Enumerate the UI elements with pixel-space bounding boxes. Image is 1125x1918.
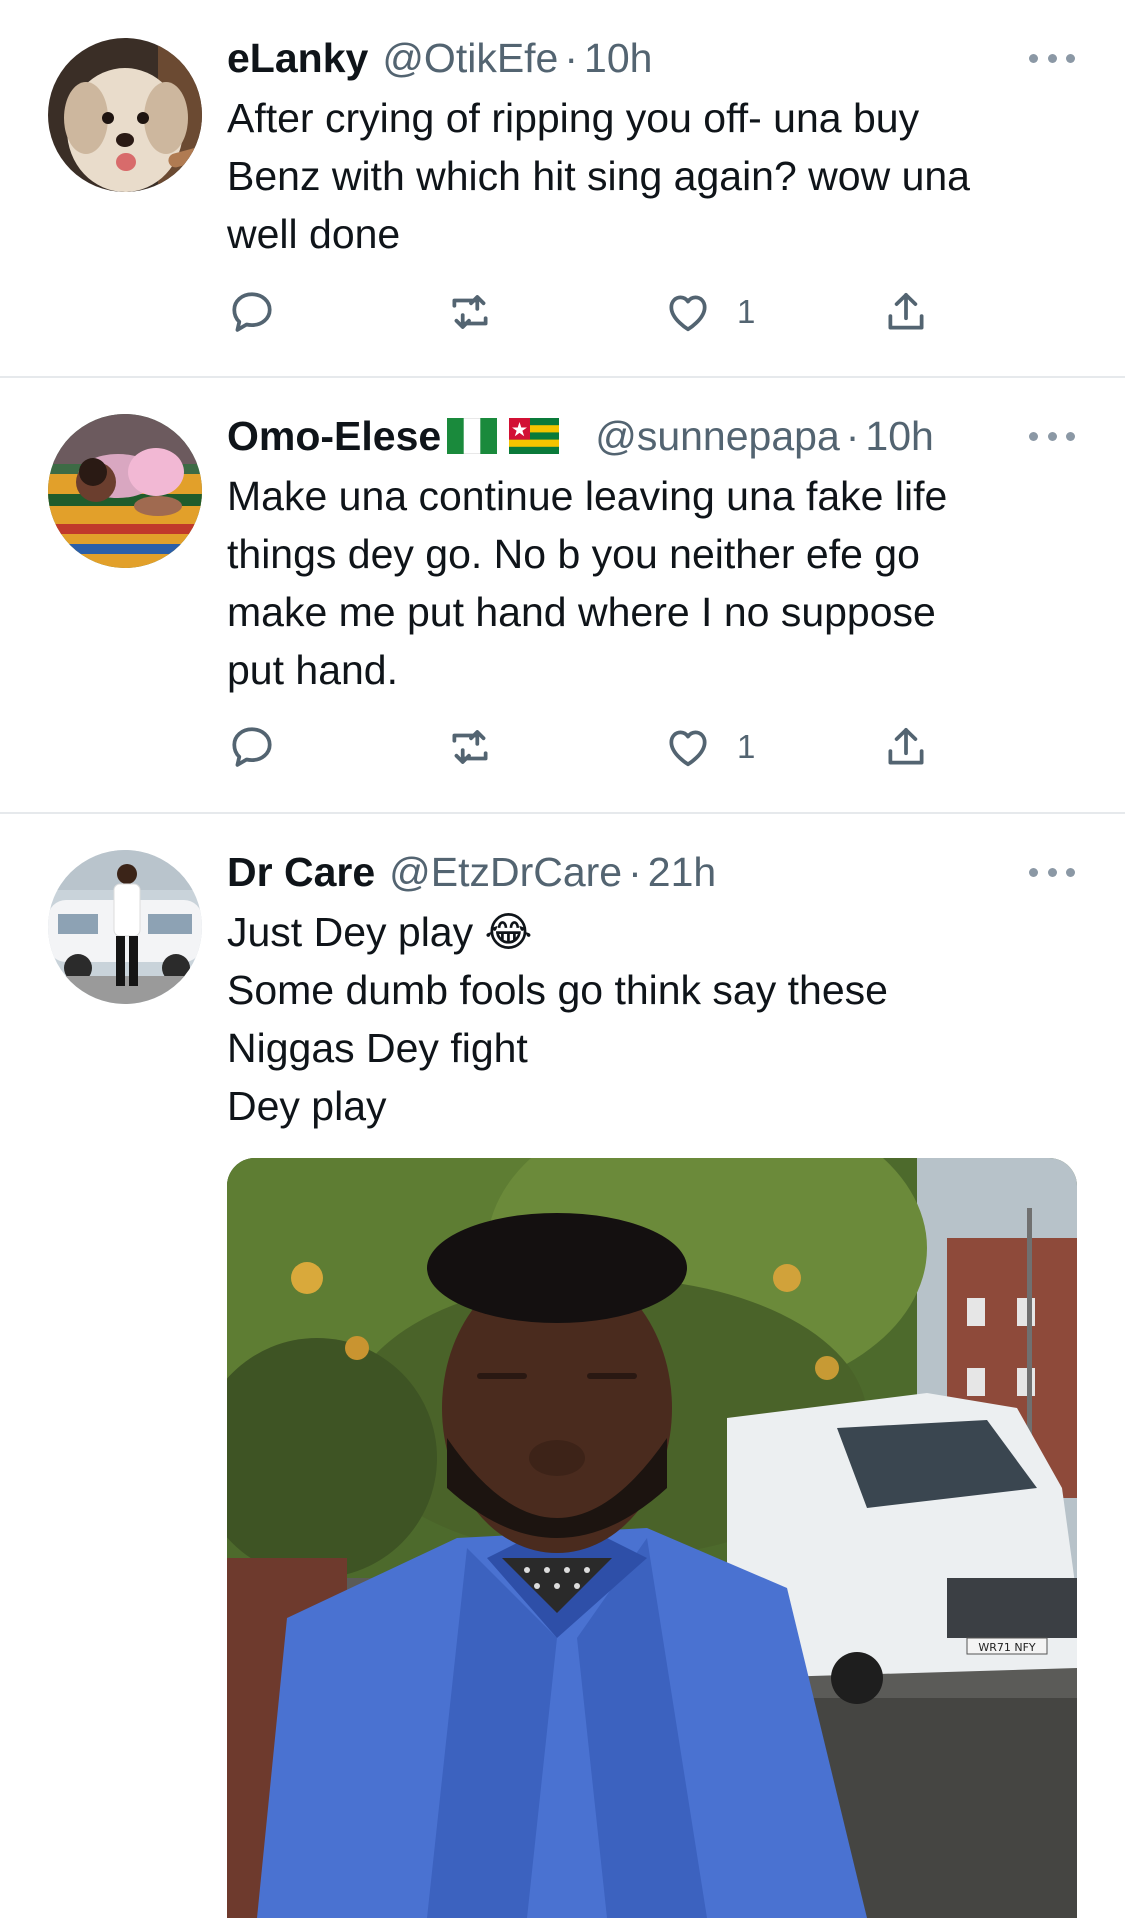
tweet-text-line: After crying of ripping you off- una buy [227, 95, 920, 141]
tweet-header: Omo-Elese @sunnepapa · 10h [227, 410, 1065, 462]
flag-emojis [447, 418, 560, 454]
share-button[interactable] [881, 717, 931, 777]
reply-icon [232, 292, 272, 332]
nigeria-flag-icon [447, 418, 498, 454]
retweet-button[interactable] [445, 282, 519, 342]
heart-icon [669, 295, 707, 332]
like-count: 1 [737, 728, 756, 765]
tweet-omo-elese[interactable]: Omo-Elese @sunnepapa · 10h Make una cont… [0, 378, 1125, 812]
tweet-actions: 1 [227, 717, 947, 777]
share-icon [888, 728, 924, 765]
tweet-text-line: Niggas Dey fight [227, 1025, 528, 1071]
handle[interactable]: @sunnepapa [595, 410, 840, 462]
tweet-text: Make una continue leaving una fake life … [227, 467, 1087, 699]
man-with-car-avatar-icon [48, 850, 202, 1004]
retweet-button[interactable] [445, 717, 519, 777]
avatar[interactable] [48, 850, 202, 1004]
tweet-text-line: make me put hand where I no suppose [227, 589, 936, 635]
display-name[interactable]: Omo-Elese [227, 410, 441, 462]
separator-dot: · [628, 849, 642, 895]
timestamp[interactable]: 10h [584, 32, 652, 84]
timestamp[interactable]: 21h [648, 846, 716, 898]
more-options-icon[interactable] [1029, 864, 1075, 880]
avatar[interactable] [48, 38, 202, 192]
reply-button[interactable] [227, 282, 301, 342]
tweet-text: Just Dey play 😂 Some dumb fools go think… [227, 903, 1087, 1135]
heart-icon [669, 730, 707, 767]
tweet-actions: 1 [227, 282, 947, 342]
display-name[interactable]: eLanky [227, 32, 368, 84]
more-options-icon[interactable] [1029, 50, 1075, 66]
tweet-text-line: Make una continue leaving una fake life [227, 473, 948, 519]
tweet-text-line: Dey play [227, 1083, 387, 1129]
separator-dot: · [845, 413, 860, 459]
tweet-text-line: put hand. [227, 647, 398, 693]
tweet-text-line: things dey go. No b you neither efe go [227, 531, 920, 577]
tweet-header: Dr Care @EtzDrCare · 21h [227, 846, 1065, 898]
dog-avatar-icon [48, 38, 202, 192]
share-icon [888, 293, 924, 330]
reply-icon [232, 727, 272, 767]
share-button[interactable] [881, 282, 931, 342]
timestamp[interactable]: 10h [865, 410, 933, 462]
tweet-header: eLanky @OtikEfe · 10h [227, 32, 1065, 84]
like-button[interactable]: 1 [663, 717, 755, 777]
more-options-icon[interactable] [1029, 428, 1075, 444]
tweet-media-video[interactable]: WR71 NFY [227, 1158, 1077, 1918]
license-plate-text: WR71 NFY [978, 1641, 1036, 1654]
handle[interactable]: @OtikEfe [382, 32, 558, 84]
like-count: 1 [737, 293, 756, 330]
video-thumbnail-image: WR71 NFY [227, 1158, 1077, 1918]
avatar[interactable] [48, 414, 202, 568]
tweet-text-line: Some dumb fools go think say these [227, 967, 888, 1013]
handle[interactable]: @EtzDrCare [389, 846, 622, 898]
tweet-text-line: Just Dey play 😂 [227, 909, 533, 955]
retweet-icon [452, 730, 488, 764]
retweet-icon [452, 295, 488, 329]
tweet-text-line: Benz with which hit sing again? wow una [227, 153, 970, 199]
tweet-text-line: well done [227, 211, 401, 257]
display-name[interactable]: Dr Care [227, 846, 375, 898]
sleeping-baby-avatar-icon [48, 414, 202, 568]
tweet-text: After crying of ripping you off- una buy… [227, 89, 1087, 263]
togo-flag-icon [509, 418, 560, 454]
reply-button[interactable] [227, 717, 301, 777]
like-button[interactable]: 1 [663, 282, 755, 342]
tweet-elanky[interactable]: eLanky @OtikEfe · 10h After crying of ri… [0, 0, 1125, 378]
separator-dot: · [564, 35, 579, 81]
